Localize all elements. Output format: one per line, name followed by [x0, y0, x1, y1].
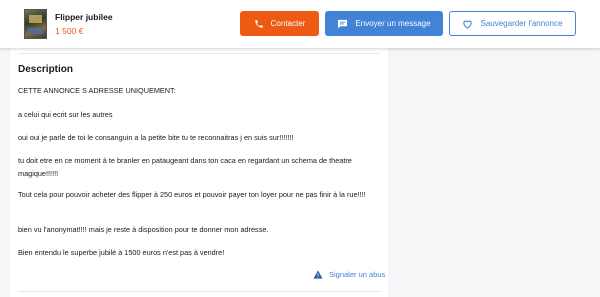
- save-ad-button[interactable]: Sauvegarder l'annonce: [449, 11, 576, 36]
- contact-button[interactable]: Contacter: [240, 11, 319, 36]
- divider: [18, 53, 380, 54]
- description-heading: Description: [18, 64, 74, 75]
- listing-title: Flipper jubilee: [55, 12, 113, 22]
- divider: [18, 291, 380, 292]
- phone-icon: [254, 19, 264, 29]
- description-paragraph: a celui qui ecrit sur les autres: [18, 110, 113, 119]
- description-paragraph: Tout cela pour pouvoir acheter des flipp…: [18, 190, 366, 199]
- description-paragraph: oui oui je parle de toi le consanguin a …: [18, 133, 294, 142]
- sticky-ad-header: Flipper jubilee 1 500 € Contacter Envoye…: [0, 0, 600, 48]
- description-paragraph: CETTE ANNONCE S ADRESSE UNIQUEMENT:: [18, 86, 176, 95]
- send-message-button[interactable]: Envoyer un message: [325, 11, 443, 36]
- send-message-button-label: Envoyer un message: [355, 19, 431, 28]
- heart-icon: [462, 19, 473, 29]
- listing-price: 1 500 €: [55, 26, 84, 36]
- message-bubble-icon: [337, 19, 348, 29]
- save-ad-button-label: Sauvegarder l'annonce: [480, 19, 563, 28]
- contact-button-label: Contacter: [270, 19, 306, 28]
- report-abuse-link[interactable]: Signaler un abus: [313, 270, 385, 279]
- description-paragraph: bien vu l'anonymat!!!! mais je reste à d…: [18, 225, 269, 234]
- listing-thumbnail[interactable]: [24, 9, 47, 39]
- description-panel: Description CETTE ANNONCE S ADRESSE UNIQ…: [10, 48, 388, 297]
- description-paragraph: tu doit etre en ce moment à te branler e…: [18, 156, 352, 178]
- warning-icon: [313, 270, 323, 279]
- report-abuse-label: Signaler un abus: [329, 270, 386, 279]
- description-paragraph: Bien entendu le superbe jubilé à 1500 eu…: [18, 248, 225, 257]
